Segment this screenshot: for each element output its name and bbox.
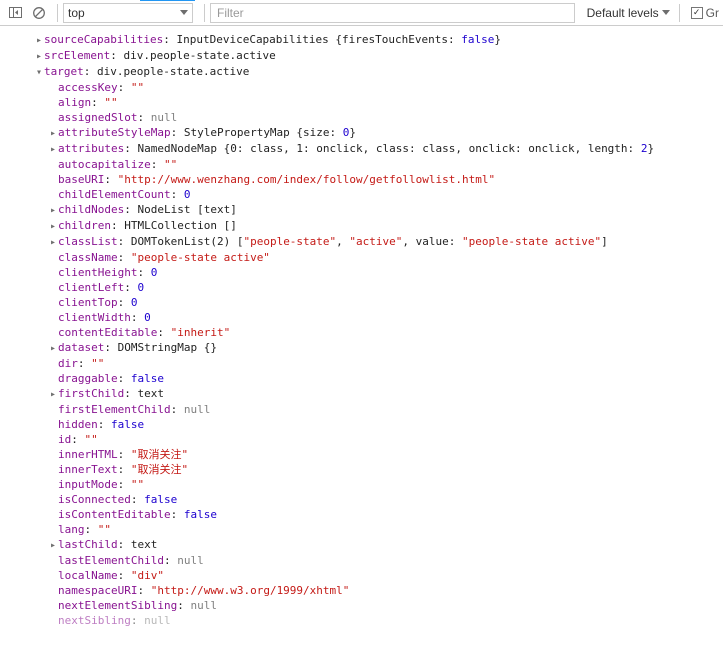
filter-input[interactable]: Filter bbox=[210, 3, 575, 23]
property-row[interactable]: dataset: DOMStringMap {} bbox=[20, 340, 723, 356]
separator bbox=[57, 4, 58, 22]
group-similar-checkbox[interactable]: ✓ bbox=[691, 7, 703, 19]
property-row[interactable]: hidden: false bbox=[20, 417, 723, 432]
property-row[interactable]: isContentEditable: false bbox=[20, 507, 723, 522]
expand-icon[interactable] bbox=[48, 234, 58, 250]
property-row[interactable]: lastElementChild: null bbox=[20, 553, 723, 568]
property-row[interactable]: classList: DOMTokenList(2) ["people-stat… bbox=[20, 234, 723, 250]
property-row[interactable]: childElementCount: 0 bbox=[20, 187, 723, 202]
object-tree: sourceCapabilities: InputDeviceCapabilit… bbox=[0, 26, 723, 658]
property-row[interactable]: firstElementChild: null bbox=[20, 402, 723, 417]
property-row[interactable]: nextElementSibling: null bbox=[20, 598, 723, 613]
separator bbox=[679, 4, 680, 22]
expand-icon[interactable] bbox=[48, 537, 58, 553]
property-row[interactable]: innerHTML: "取消关注" bbox=[20, 447, 723, 462]
expand-icon[interactable] bbox=[48, 218, 58, 234]
property-row[interactable]: childNodes: NodeList [text] bbox=[20, 202, 723, 218]
property-row[interactable]: isConnected: false bbox=[20, 492, 723, 507]
property-row[interactable]: lang: "" bbox=[20, 522, 723, 537]
expand-icon[interactable] bbox=[48, 202, 58, 218]
expand-icon[interactable] bbox=[34, 48, 44, 64]
separator bbox=[204, 4, 205, 22]
property-row[interactable]: id: "" bbox=[20, 432, 723, 447]
expand-icon[interactable] bbox=[48, 340, 58, 356]
toggle-sidebar-button[interactable] bbox=[4, 2, 26, 24]
property-row[interactable]: contentEditable: "inherit" bbox=[20, 325, 723, 340]
property-row[interactable]: baseURI: "http://www.wenzhang.com/index/… bbox=[20, 172, 723, 187]
filter-placeholder: Filter bbox=[217, 6, 244, 20]
property-row[interactable]: sourceCapabilities: InputDeviceCapabilit… bbox=[20, 32, 723, 48]
expand-icon[interactable] bbox=[48, 125, 58, 141]
expand-icon[interactable] bbox=[48, 141, 58, 157]
property-row[interactable]: draggable: false bbox=[20, 371, 723, 386]
context-selector-value: top bbox=[68, 6, 85, 20]
property-row[interactable]: clientTop: 0 bbox=[20, 295, 723, 310]
property-row[interactable]: attributeStyleMap: StylePropertyMap {siz… bbox=[20, 125, 723, 141]
property-row[interactable]: localName: "div" bbox=[20, 568, 723, 583]
property-row[interactable]: children: HTMLCollection [] bbox=[20, 218, 723, 234]
property-row[interactable]: align: "" bbox=[20, 95, 723, 110]
log-levels-selector[interactable]: Default levels bbox=[583, 6, 674, 20]
expand-icon[interactable] bbox=[34, 32, 44, 48]
property-row[interactable]: accessKey: "" bbox=[20, 80, 723, 95]
clear-console-button[interactable] bbox=[28, 2, 50, 24]
property-row[interactable]: autocapitalize: "" bbox=[20, 157, 723, 172]
log-levels-label: Default levels bbox=[587, 6, 659, 20]
property-row[interactable]: nextSibling: null bbox=[20, 613, 723, 628]
property-row[interactable]: clientWidth: 0 bbox=[20, 310, 723, 325]
property-row[interactable]: lastChild: text bbox=[20, 537, 723, 553]
property-row[interactable]: inputMode: "" bbox=[20, 477, 723, 492]
group-similar-label: Gr bbox=[706, 6, 719, 20]
property-row[interactable]: assignedSlot: null bbox=[20, 110, 723, 125]
property-row[interactable]: innerText: "取消关注" bbox=[20, 462, 723, 477]
property-row[interactable]: firstChild: text bbox=[20, 386, 723, 402]
console-toolbar: top Filter Default levels ✓ Gr bbox=[0, 0, 723, 26]
dropdown-arrow-icon bbox=[662, 10, 670, 16]
property-row[interactable]: attributes: NamedNodeMap {0: class, 1: o… bbox=[20, 141, 723, 157]
property-row[interactable]: dir: "" bbox=[20, 356, 723, 371]
property-row[interactable]: namespaceURI: "http://www.w3.org/1999/xh… bbox=[20, 583, 723, 598]
collapse-icon[interactable] bbox=[34, 64, 44, 80]
property-row[interactable]: target: div.people-state.active bbox=[20, 64, 723, 80]
dropdown-arrow-icon bbox=[180, 10, 188, 16]
property-row[interactable]: className: "people-state active" bbox=[20, 250, 723, 265]
expand-icon[interactable] bbox=[48, 386, 58, 402]
property-row[interactable]: clientLeft: 0 bbox=[20, 280, 723, 295]
property-row[interactable]: srcElement: div.people-state.active bbox=[20, 48, 723, 64]
context-selector[interactable]: top bbox=[63, 3, 193, 23]
active-tab-indicator bbox=[140, 0, 195, 1]
property-row[interactable]: clientHeight: 0 bbox=[20, 265, 723, 280]
